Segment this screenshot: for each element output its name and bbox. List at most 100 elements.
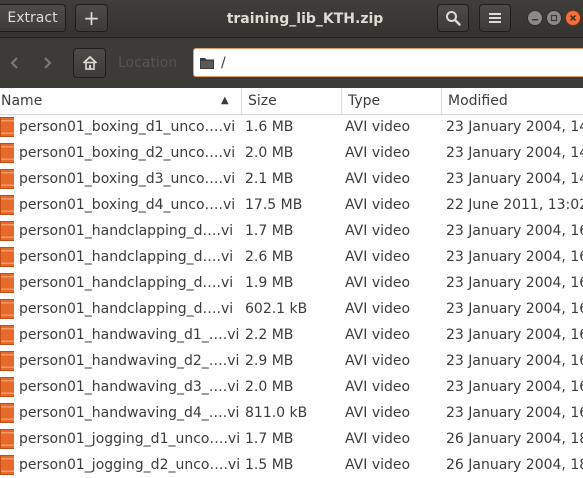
location-toolbar: Location / (0, 38, 583, 88)
column-header-size[interactable]: Size (241, 88, 341, 114)
file-name: person01_boxing_d2_unco….vi (19, 145, 236, 161)
video-file-icon (0, 296, 14, 322)
file-name: person01_jogging_d1_unco….vi (19, 431, 241, 447)
file-size: 2.0 MB (245, 379, 294, 395)
file-modified: 23 January 2004, 16: (446, 353, 583, 369)
file-row[interactable]: person01_handwaving_d2_….vi 2.9 MB AVI v… (0, 348, 583, 374)
file-row[interactable]: person01_boxing_d1_unco….vi 1.6 MB AVI v… (0, 114, 583, 140)
close-button[interactable] (565, 10, 581, 26)
video-file-icon (0, 400, 14, 426)
file-type: AVI video (345, 275, 411, 291)
file-row[interactable]: person01_boxing_d2_unco….vi 2.0 MB AVI v… (0, 140, 583, 166)
column-header-name-label: Name (1, 93, 43, 109)
column-header-size-label: Size (248, 93, 277, 109)
file-type: AVI video (345, 353, 411, 369)
maximize-button[interactable] (546, 10, 562, 26)
file-modified: 23 January 2004, 14: (446, 171, 583, 187)
video-file-icon (0, 244, 14, 270)
file-size: 1.7 MB (245, 223, 294, 239)
file-size: 2.6 MB (245, 249, 294, 265)
video-file-icon (0, 114, 14, 140)
menu-button[interactable] (479, 4, 511, 32)
add-files-button[interactable]: + (75, 4, 108, 32)
hamburger-menu-icon (489, 13, 501, 23)
file-type: AVI video (345, 145, 411, 161)
file-type: AVI video (345, 249, 411, 265)
file-name: person01_handclapping_d….vi (19, 301, 234, 317)
file-row[interactable]: person01_handclapping_d….vi 602.1 kB AVI… (0, 296, 583, 322)
video-file-icon (0, 322, 14, 348)
file-name: person01_handwaving_d3_….vi (19, 379, 240, 395)
file-type: AVI video (345, 457, 411, 473)
back-button[interactable] (0, 49, 30, 77)
file-type: AVI video (345, 327, 411, 343)
file-modified: 23 January 2004, 16: (446, 379, 583, 395)
file-size: 1.6 MB (245, 119, 294, 135)
file-name: person01_handclapping_d….vi (19, 223, 234, 239)
file-size: 2.9 MB (245, 353, 294, 369)
video-file-icon (0, 374, 14, 400)
file-size: 811.0 kB (245, 405, 308, 421)
location-path: / (221, 54, 226, 71)
close-icon (569, 14, 577, 22)
file-name: person01_handwaving_d1_….vi (19, 327, 240, 343)
file-modified: 26 January 2004, 18: (446, 431, 583, 447)
file-size: 1.7 MB (245, 431, 294, 447)
file-name: person01_jogging_d2_unco….vi (19, 457, 241, 473)
file-row[interactable]: person01_handwaving_d4_….vi 811.0 kB AVI… (0, 400, 583, 426)
file-type: AVI video (345, 379, 411, 395)
search-button[interactable] (437, 4, 469, 32)
maximize-icon (550, 14, 558, 22)
file-type: AVI video (345, 197, 411, 213)
file-size: 17.5 MB (245, 197, 303, 213)
file-row[interactable]: person01_jogging_d2_unco….vi 1.5 MB AVI … (0, 452, 583, 478)
column-header-name[interactable]: Name (0, 88, 241, 114)
video-file-icon (0, 140, 14, 166)
file-name: person01_handclapping_d….vi (19, 249, 234, 265)
file-modified: 22 June 2011, 13:02 (446, 197, 583, 213)
file-type: AVI video (345, 171, 411, 187)
forward-button[interactable] (32, 49, 62, 77)
file-row[interactable]: person01_handclapping_d….vi 2.6 MB AVI v… (0, 244, 583, 270)
file-row[interactable]: person01_jogging_d1_unco….vi 1.7 MB AVI … (0, 426, 583, 452)
column-header-modified[interactable]: Modified (441, 88, 583, 114)
file-modified: 26 January 2004, 18: (446, 457, 583, 473)
file-type: AVI video (345, 405, 411, 421)
file-name: person01_handclapping_d….vi (19, 275, 234, 291)
file-type: AVI video (345, 223, 411, 239)
file-row[interactable]: person01_handclapping_d….vi 1.9 MB AVI v… (0, 270, 583, 296)
file-size: 1.5 MB (245, 457, 294, 473)
file-name: person01_boxing_d3_unco….vi (19, 171, 236, 187)
video-file-icon (0, 192, 14, 218)
minimize-icon (532, 19, 538, 21)
file-row[interactable]: person01_handwaving_d1_….vi 2.2 MB AVI v… (0, 322, 583, 348)
sort-ascending-icon: ▲ (221, 95, 229, 106)
location-field[interactable]: / (193, 48, 583, 77)
file-type: AVI video (345, 301, 411, 317)
file-size: 602.1 kB (245, 301, 308, 317)
file-size: 1.9 MB (245, 275, 294, 291)
column-header-type[interactable]: Type (341, 88, 441, 114)
home-button[interactable] (73, 48, 106, 78)
column-header-modified-label: Modified (448, 93, 508, 109)
file-size: 2.0 MB (245, 145, 294, 161)
file-size: 2.1 MB (245, 171, 294, 187)
file-modified: 23 January 2004, 16: (446, 275, 583, 291)
video-file-icon (0, 426, 14, 452)
file-name: person01_boxing_d1_unco….vi (19, 119, 236, 135)
file-modified: 23 January 2004, 14: (446, 119, 583, 135)
extract-button[interactable]: Extract (0, 4, 66, 32)
home-icon (82, 55, 97, 70)
file-row[interactable]: person01_handclapping_d….vi 1.7 MB AVI v… (0, 218, 583, 244)
file-size: 2.2 MB (245, 327, 294, 343)
chevron-right-icon (44, 57, 52, 69)
video-file-icon (0, 218, 14, 244)
file-modified: 23 January 2004, 14: (446, 145, 583, 161)
file-row[interactable]: person01_boxing_d3_unco….vi 2.1 MB AVI v… (0, 166, 583, 192)
file-type: AVI video (345, 431, 411, 447)
file-row[interactable]: person01_boxing_d4_unco….vi 17.5 MB AVI … (0, 192, 583, 218)
file-modified: 23 January 2004, 16: (446, 223, 583, 239)
video-file-icon (0, 166, 14, 192)
file-row[interactable]: person01_handwaving_d3_….vi 2.0 MB AVI v… (0, 374, 583, 400)
minimize-button[interactable] (527, 10, 543, 26)
